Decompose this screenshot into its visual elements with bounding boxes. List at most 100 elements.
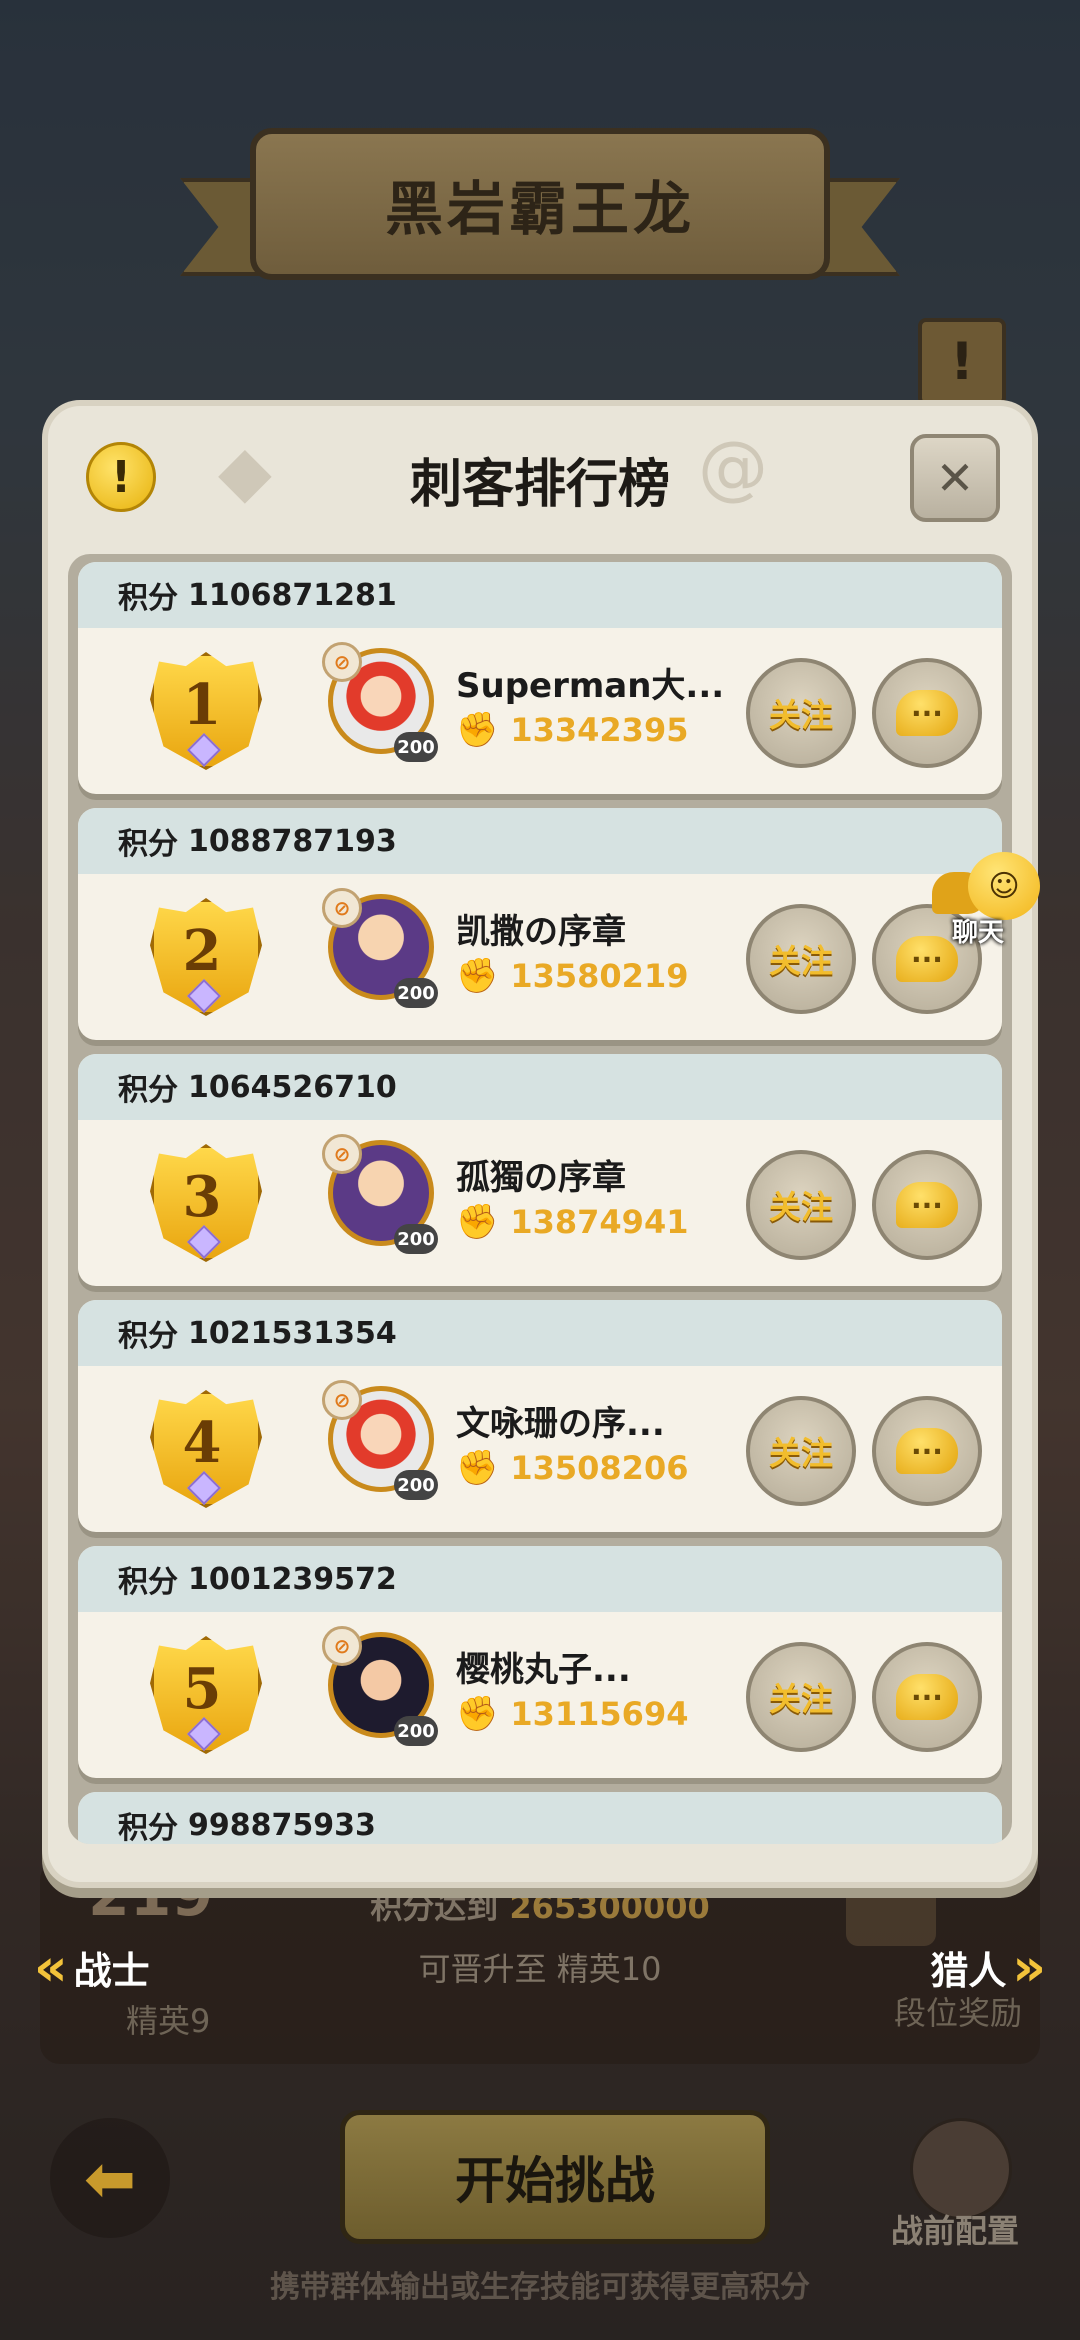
power-row: ✊ 13580219 [456, 956, 688, 996]
chat-button[interactable]: ··· [872, 1150, 982, 1260]
avatar-level: 200 [394, 1224, 438, 1254]
muscle-icon: ✊ [456, 1694, 499, 1734]
chat-button[interactable]: ··· [872, 658, 982, 768]
no-ban-icon: ⊘ [322, 1134, 362, 1174]
rank-number: 1 [182, 672, 222, 738]
score-value: 1088787193 [188, 823, 397, 859]
alert-sign-icon: ! [918, 318, 1006, 406]
chat-button[interactable]: ··· [872, 1642, 982, 1752]
player-name: 文咏珊の序... [456, 1404, 665, 1444]
score-label: 积分 [118, 581, 178, 616]
score-row: 积分 1088787193 [78, 808, 1002, 874]
score-value: 1001239572 [188, 1561, 397, 1597]
rank-badge: 4 [136, 1380, 268, 1508]
promote-text: 可晋升至 精英10 [418, 1950, 662, 1988]
panel-title: 刺客排行榜 [409, 455, 670, 515]
back-arrow-icon[interactable]: ⬅ [50, 2118, 170, 2238]
chat-bubble-icon: ··· [896, 1428, 958, 1474]
score-value: 1021531354 [188, 1315, 397, 1351]
target-prefix: 积分达到 [370, 1888, 499, 1926]
ranking-card: 积分 1106871281 1 ⊘ 200 Superman大... ✊ 133… [78, 562, 1002, 794]
chat-label: 聊天 [952, 918, 1005, 948]
start-challenge-button[interactable]: 开始挑战 [340, 2110, 770, 2244]
power-row: ✊ 13342395 [456, 710, 688, 750]
follow-button[interactable]: 关注 [746, 904, 856, 1014]
rank-badge: 3 [136, 1134, 268, 1262]
avatar-level: 200 [394, 1470, 438, 1500]
score-value: 1064526710 [188, 1069, 397, 1105]
no-ban-icon: ⊘ [322, 1380, 362, 1420]
double-chevron-left-icon: « [34, 1937, 68, 1998]
follow-button[interactable]: 关注 [746, 1150, 856, 1260]
floating-chat-button[interactable]: ☺ 聊天 [932, 852, 1052, 962]
power-value: 13342395 [510, 711, 689, 749]
muscle-icon: ✊ [456, 956, 499, 996]
score-row: 积分 1001239572 [78, 1546, 1002, 1612]
score-row: 积分 998875933 [78, 1792, 1002, 1844]
score-label: 积分 [118, 1073, 178, 1108]
player-name: 樱桃丸子... [456, 1650, 631, 1690]
score-row: 积分 1106871281 [78, 562, 1002, 628]
next-class-label: 猎人 [930, 1949, 1007, 1993]
decor-swirl-icon: @ [698, 426, 768, 508]
power-value: 13874941 [510, 1203, 689, 1241]
muscle-icon: ✊ [456, 1448, 499, 1488]
ranking-card: 积分 998875933 [78, 1792, 1002, 1844]
rank-reward-label[interactable]: 段位奖励 [894, 1988, 1022, 2034]
chat-bubble-icon: ··· [896, 1182, 958, 1228]
ranking-card: 积分 1088787193 2 ⊘ 200 凯撒の序章 ✊ 13580219 关… [78, 808, 1002, 1040]
score-label: 积分 [118, 1565, 178, 1600]
pre-battle-config-button[interactable]: 战前配置 [880, 2118, 1030, 2258]
chat-button[interactable]: ··· [872, 1396, 982, 1506]
ranking-list[interactable]: 积分 1106871281 1 ⊘ 200 Superman大... ✊ 133… [68, 554, 1012, 1844]
ranking-card: 积分 1001239572 5 ⊘ 200 樱桃丸子... ✊ 13115694… [78, 1546, 1002, 1778]
follow-button[interactable]: 关注 [746, 658, 856, 768]
rank-number: 4 [182, 1410, 222, 1476]
boss-banner: 黑岩霸王龙 [180, 128, 900, 288]
chat-bubble-icon: ··· [896, 690, 958, 736]
boss-title: 黑岩霸王龙 [384, 175, 695, 243]
follow-button[interactable]: 关注 [746, 1642, 856, 1752]
tip-text: 携带群体输出或生存技能可获得更高积分 [270, 2270, 810, 2305]
double-chevron-right-icon: » [1012, 1937, 1046, 1998]
rank-number: 2 [182, 918, 222, 984]
player-name: Superman大... [456, 666, 725, 706]
avatar-level: 200 [394, 732, 438, 762]
prev-class-button[interactable]: « 战士 [34, 1940, 150, 1995]
config-avatar-icon [910, 2118, 1012, 2220]
panel-header: ! ◆ 刺客排行榜 @ ✕ [48, 406, 1032, 546]
follow-button[interactable]: 关注 [746, 1396, 856, 1506]
ranking-card: 积分 1064526710 3 ⊘ 200 孤獨の序章 ✊ 13874941 关… [78, 1054, 1002, 1286]
smiley-icon: ☺ [968, 852, 1040, 920]
player-name: 凯撒の序章 [456, 912, 626, 952]
banner-plate: 黑岩霸王龙 [250, 128, 830, 280]
rank-badge: 1 [136, 642, 268, 770]
muscle-icon: ✊ [456, 1202, 499, 1242]
power-row: ✊ 13874941 [456, 1202, 688, 1242]
next-class-button[interactable]: 猎人 » [930, 1940, 1046, 1995]
score-label: 积分 [118, 1319, 178, 1354]
rank-badge: 5 [136, 1626, 268, 1754]
ranking-card: 积分 1021531354 4 ⊘ 200 文咏珊の序... ✊ 1350820… [78, 1300, 1002, 1532]
avatar-level: 200 [394, 1716, 438, 1746]
rank-badge: 2 [136, 888, 268, 1016]
rank-number: 5 [182, 1656, 222, 1722]
leaderboard-panel: ! ◆ 刺客排行榜 @ ✕ 积分 1106871281 1 ⊘ 200 Supe… [48, 406, 1032, 1882]
close-button[interactable]: ✕ [910, 434, 1000, 522]
chat-bubble-icon: ··· [896, 1674, 958, 1720]
avatar-level: 200 [394, 978, 438, 1008]
score-row: 积分 1064526710 [78, 1054, 1002, 1120]
no-ban-icon: ⊘ [322, 1626, 362, 1666]
no-ban-icon: ⊘ [322, 642, 362, 682]
prev-class-label: 战士 [73, 1949, 150, 1993]
power-row: ✊ 13115694 [456, 1694, 688, 1734]
score-value: 1106871281 [188, 577, 397, 613]
no-ban-icon: ⊘ [322, 888, 362, 928]
power-value: 13580219 [510, 957, 689, 995]
prev-class-sub: 精英9 [126, 2002, 211, 2040]
power-value: 13115694 [510, 1695, 689, 1733]
config-label: 战前配置 [890, 2212, 1019, 2250]
score-label: 积分 [118, 1811, 178, 1844]
power-row: ✊ 13508206 [456, 1448, 688, 1488]
score-label: 积分 [118, 827, 178, 862]
